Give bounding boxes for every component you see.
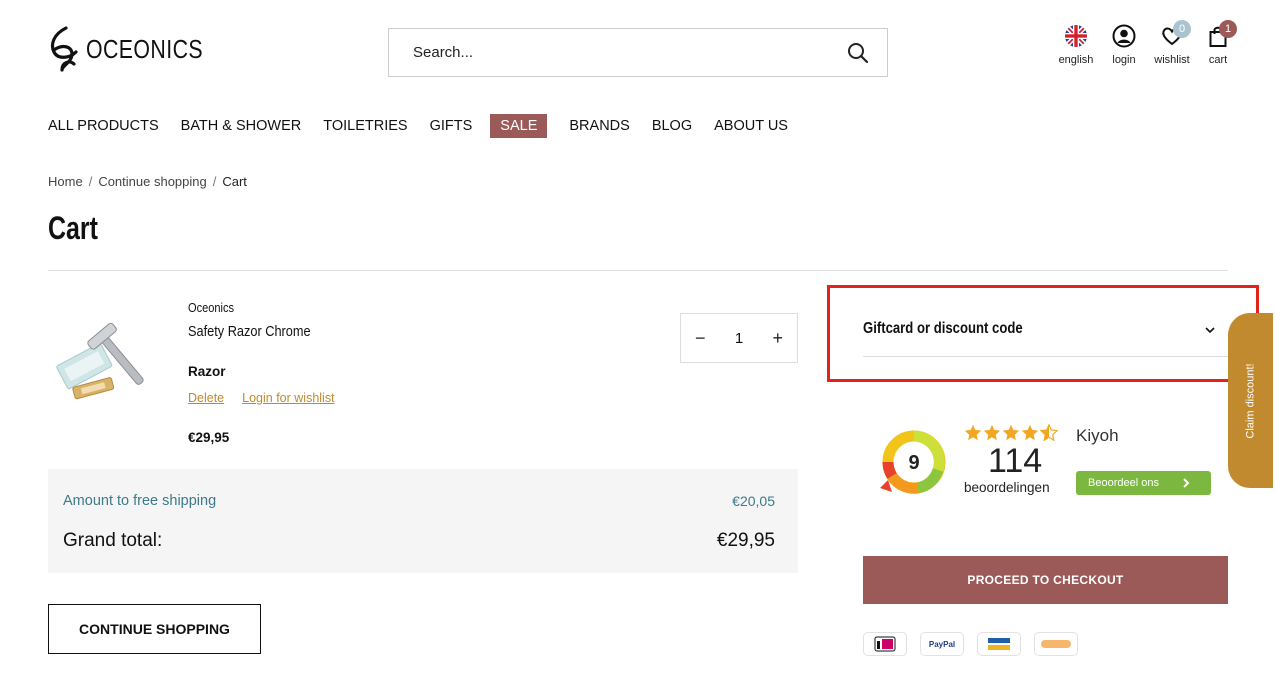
breadcrumb-continue-shopping[interactable]: Continue shopping xyxy=(98,174,206,189)
brand-name: OCEONICS xyxy=(86,33,204,64)
increase-qty-button[interactable]: + xyxy=(772,328,783,349)
continue-shopping-button[interactable]: CONTINUE SHOPPING xyxy=(48,604,261,654)
bancontact-payment-icon xyxy=(977,632,1021,656)
nav-bath-shower[interactable]: BATH & SHOWER xyxy=(181,114,302,138)
nav-about-us[interactable]: ABOUT US xyxy=(714,114,788,138)
search-bar[interactable] xyxy=(388,28,888,77)
language-label: english xyxy=(1058,54,1094,66)
logo[interactable]: OCEONICS xyxy=(48,26,229,72)
breadcrumb-current: Cart xyxy=(222,174,247,189)
reviews-label: beoordelingen xyxy=(964,480,1050,495)
grand-total-value: €29,95 xyxy=(716,530,775,551)
cart-count-badge: 1 xyxy=(1219,20,1237,38)
kiyoh-score-ring: 9 xyxy=(880,430,946,494)
rating-stars xyxy=(964,424,1058,441)
user-icon xyxy=(1112,24,1136,48)
quantity-value[interactable]: 1 xyxy=(735,330,743,347)
paypal-payment-icon: PayPal xyxy=(920,632,964,656)
product-brand[interactable]: Oceonics xyxy=(188,300,234,315)
product-variant: Razor xyxy=(188,364,226,379)
claim-discount-label: Claim discount! xyxy=(1244,362,1257,439)
free-shipping-value: €20,05 xyxy=(732,493,775,509)
product-price: €29,95 xyxy=(188,430,230,445)
free-shipping-label: Amount to free shipping xyxy=(63,493,217,509)
decrease-qty-button[interactable]: − xyxy=(695,328,706,349)
quantity-stepper: − 1 + xyxy=(680,313,798,363)
nav-gifts[interactable]: GIFTS xyxy=(430,114,473,138)
breadcrumb-separator: / xyxy=(88,174,93,189)
half-star-icon xyxy=(1040,424,1058,441)
login-wishlist-link[interactable]: Login for wishlist xyxy=(242,391,334,405)
nav-blog[interactable]: BLOG xyxy=(652,114,692,138)
ideal-payment-icon xyxy=(863,632,907,656)
claim-discount-tab[interactable]: Claim discount! xyxy=(1228,313,1273,488)
rate-us-label: Beoordeel ons xyxy=(1088,477,1159,489)
search-icon[interactable] xyxy=(847,42,869,64)
login-label: login xyxy=(1112,54,1136,66)
star-icon xyxy=(983,424,1001,441)
cart-label: cart xyxy=(1208,54,1228,66)
divider xyxy=(863,356,1228,357)
delete-link[interactable]: Delete xyxy=(188,391,224,405)
logo-mark-icon xyxy=(50,26,78,72)
rate-us-button[interactable]: Beoordeel ons xyxy=(1076,471,1211,495)
nav-all-products[interactable]: ALL PRODUCTS xyxy=(48,114,159,138)
in3-payment-icon xyxy=(1034,632,1078,656)
page-title: Cart xyxy=(48,210,98,246)
star-icon xyxy=(964,424,982,441)
grand-total-label: Grand total: xyxy=(63,530,163,551)
main-nav: ALL PRODUCTS BATH & SHOWER TOILETRIES GI… xyxy=(48,113,810,139)
chevron-right-icon xyxy=(1183,478,1190,488)
nav-sale[interactable]: SALE xyxy=(490,114,548,138)
product-actions: Delete Login for wishlist xyxy=(188,391,335,405)
chevron-down-icon[interactable] xyxy=(1203,323,1217,337)
star-icon xyxy=(1002,424,1020,441)
proceed-to-checkout-button[interactable]: PROCEED TO CHECKOUT xyxy=(863,556,1228,604)
star-icon xyxy=(1021,424,1039,441)
cart-button[interactable]: 1 cart xyxy=(1193,20,1243,74)
kiyoh-brand: Kiyoh xyxy=(1076,426,1119,445)
giftcard-toggle[interactable]: Giftcard or discount code xyxy=(863,320,1023,338)
login-button[interactable]: login xyxy=(1099,24,1149,74)
breadcrumb-home[interactable]: Home xyxy=(48,174,83,189)
nav-toiletries[interactable]: TOILETRIES xyxy=(323,114,407,138)
review-count: 114 xyxy=(988,442,1043,480)
search-input[interactable] xyxy=(413,44,813,61)
uk-flag-icon xyxy=(1065,25,1087,47)
nav-brands[interactable]: BRANDS xyxy=(569,114,629,138)
wishlist-label: wishlist xyxy=(1154,54,1190,66)
kiyoh-score: 9 xyxy=(908,452,919,474)
breadcrumb-separator: / xyxy=(212,174,217,189)
wishlist-button[interactable]: 0 wishlist xyxy=(1147,20,1197,74)
divider xyxy=(48,270,1228,271)
language-selector[interactable]: english xyxy=(1051,24,1101,74)
wishlist-count-badge: 0 xyxy=(1173,20,1191,38)
kiyoh-widget[interactable]: 9 Kiyoh 114 beoordelingen Beoordeel ons xyxy=(878,420,1218,500)
totals-box: Amount to free shipping €20,05 Grand tot… xyxy=(48,469,798,573)
product-image[interactable] xyxy=(52,310,164,414)
breadcrumb: Home / Continue shopping / Cart xyxy=(48,174,247,189)
paypal-label: PayPal xyxy=(928,639,956,649)
product-name[interactable]: Safety Razor Chrome xyxy=(188,323,311,340)
